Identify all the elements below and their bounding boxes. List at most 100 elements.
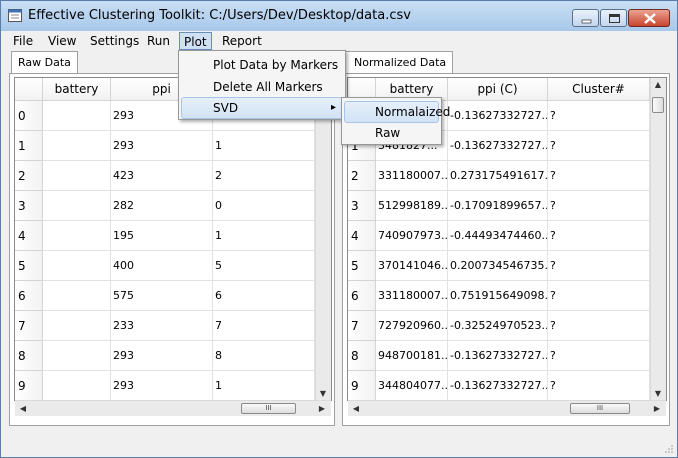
close-button[interactable] xyxy=(628,9,670,27)
table-cell[interactable]: 948700181... xyxy=(376,341,448,371)
table-cell[interactable]: 1 xyxy=(213,221,315,251)
menu-item-svd[interactable]: SVD ▸ xyxy=(181,97,343,119)
table-cell[interactable]: -0.13627332727... xyxy=(448,341,548,371)
table-cell[interactable]: ? xyxy=(548,251,650,281)
table-cell[interactable]: 195 xyxy=(111,221,213,251)
vertical-scrollbar[interactable]: ▲ ▼ xyxy=(650,78,666,400)
menu-report[interactable]: Report xyxy=(218,32,266,50)
table-cell[interactable] xyxy=(43,131,111,161)
raw-data-table[interactable]: battery ppi 0 293 1 293 1 2 423 2 3 282 0 4 195 1… xyxy=(14,77,332,401)
horizontal-scrollbar[interactable]: ◀ III ▶ xyxy=(15,400,331,416)
table-cell[interactable]: -0.44493474460... xyxy=(448,221,548,251)
table-cell[interactable]: ? xyxy=(548,131,650,161)
table-cell[interactable]: 727920960... xyxy=(376,311,448,341)
row-header[interactable]: 4 xyxy=(15,221,43,251)
vertical-scroll-thumb[interactable] xyxy=(652,97,664,113)
table-cell[interactable]: 5 xyxy=(213,251,315,281)
tab-normalized-data[interactable]: Normalized Data xyxy=(344,51,454,73)
table-cell[interactable]: ? xyxy=(548,371,650,400)
table-cell[interactable]: -0.13627332727... xyxy=(448,371,548,400)
table-cell[interactable]: 0 xyxy=(213,191,315,221)
table-cell[interactable]: 1 xyxy=(213,371,315,400)
scroll-thumb[interactable]: III xyxy=(570,403,630,414)
table-cell[interactable]: 370141046... xyxy=(376,251,448,281)
table-cell[interactable]: 2 xyxy=(213,161,315,191)
row-header[interactable]: 0 xyxy=(15,101,43,131)
table-cell[interactable] xyxy=(43,251,111,281)
table-cell[interactable] xyxy=(43,371,111,400)
row-header[interactable]: 4 xyxy=(348,221,376,251)
table-cell[interactable] xyxy=(43,311,111,341)
table-cell[interactable]: 0.200734546735... xyxy=(448,251,548,281)
scroll-left-arrow[interactable]: ◀ xyxy=(349,404,363,414)
scroll-right-arrow[interactable]: ▶ xyxy=(315,404,329,414)
table-cell[interactable] xyxy=(43,101,111,131)
table-cell[interactable] xyxy=(43,221,111,251)
row-header[interactable]: 8 xyxy=(348,341,376,371)
row-header[interactable]: 3 xyxy=(348,191,376,221)
scroll-left-arrow[interactable]: ◀ xyxy=(16,404,30,414)
table-cell[interactable]: 1 xyxy=(213,131,315,161)
row-header[interactable]: 8 xyxy=(15,341,43,371)
scroll-right-arrow[interactable]: ▶ xyxy=(650,404,664,414)
table-cell[interactable]: 233 xyxy=(111,311,213,341)
table-cell[interactable]: 293 xyxy=(111,131,213,161)
row-header[interactable]: 5 xyxy=(15,251,43,281)
minimize-button[interactable] xyxy=(572,9,599,27)
menu-item-normalaized[interactable]: Normalaized xyxy=(344,101,450,123)
table-cell[interactable] xyxy=(43,161,111,191)
table-cell[interactable]: 331180007... xyxy=(376,281,448,311)
table-cell[interactable]: 423 xyxy=(111,161,213,191)
row-header[interactable]: 5 xyxy=(348,251,376,281)
scroll-thumb[interactable]: III xyxy=(241,403,296,414)
table-cell[interactable]: ? xyxy=(548,341,650,371)
tab-raw-data[interactable]: Raw Data xyxy=(11,51,78,73)
corner-header[interactable] xyxy=(15,78,43,101)
table-cell[interactable]: 0.751915649098... xyxy=(448,281,548,311)
scroll-down-arrow[interactable]: ▼ xyxy=(651,389,665,399)
table-cell[interactable]: 0.273175491617... xyxy=(448,161,548,191)
menu-file[interactable]: File xyxy=(9,32,37,50)
menu-item-plot-data-by-markers[interactable]: Plot Data by Markers xyxy=(181,54,343,76)
table-cell[interactable] xyxy=(43,281,111,311)
table-cell[interactable]: -0.13627332727... xyxy=(448,131,548,161)
table-cell[interactable]: 282 xyxy=(111,191,213,221)
row-header[interactable]: 6 xyxy=(15,281,43,311)
menu-plot[interactable]: Plot xyxy=(179,32,212,50)
table-cell[interactable]: -0.32524970523... xyxy=(448,311,548,341)
title-bar[interactable]: Effective Clustering Toolkit: C:/Users/D… xyxy=(1,1,677,31)
table-cell[interactable]: ? xyxy=(548,281,650,311)
table-cell[interactable]: ? xyxy=(548,311,650,341)
row-header[interactable]: 2 xyxy=(348,161,376,191)
table-cell[interactable] xyxy=(43,341,111,371)
column-header-ppi[interactable]: ppi (C) xyxy=(448,78,548,101)
table-cell[interactable]: -0.13627332727... xyxy=(448,101,548,131)
row-header[interactable]: 2 xyxy=(15,161,43,191)
row-header[interactable]: 3 xyxy=(15,191,43,221)
table-cell[interactable]: 293 xyxy=(111,371,213,400)
table-cell[interactable]: 293 xyxy=(111,341,213,371)
horizontal-scrollbar[interactable]: ◀ III ▶ xyxy=(348,400,666,416)
table-cell[interactable]: ? xyxy=(548,191,650,221)
table-cell[interactable]: -0.17091899657... xyxy=(448,191,548,221)
table-cell[interactable]: 8 xyxy=(213,341,315,371)
maximize-button[interactable] xyxy=(600,9,627,27)
column-header-battery[interactable]: battery xyxy=(43,78,111,101)
table-cell[interactable]: 6 xyxy=(213,281,315,311)
row-header[interactable]: 1 xyxy=(15,131,43,161)
table-cell[interactable]: 400 xyxy=(111,251,213,281)
column-header-cluster[interactable]: Cluster# xyxy=(548,78,650,101)
row-header[interactable]: 6 xyxy=(348,281,376,311)
table-cell[interactable]: ? xyxy=(548,221,650,251)
table-cell[interactable]: 740907973... xyxy=(376,221,448,251)
menu-settings[interactable]: Settings xyxy=(86,32,143,50)
table-cell[interactable]: 7 xyxy=(213,311,315,341)
row-header[interactable]: 7 xyxy=(15,311,43,341)
table-cell[interactable]: ? xyxy=(548,101,650,131)
table-cell[interactable]: 512998189... xyxy=(376,191,448,221)
table-cell[interactable]: 575 xyxy=(111,281,213,311)
scroll-up-arrow[interactable]: ▲ xyxy=(651,80,665,90)
row-header[interactable]: 7 xyxy=(348,311,376,341)
scroll-down-arrow[interactable]: ▼ xyxy=(316,389,330,399)
menu-item-raw[interactable]: Raw xyxy=(344,122,439,144)
